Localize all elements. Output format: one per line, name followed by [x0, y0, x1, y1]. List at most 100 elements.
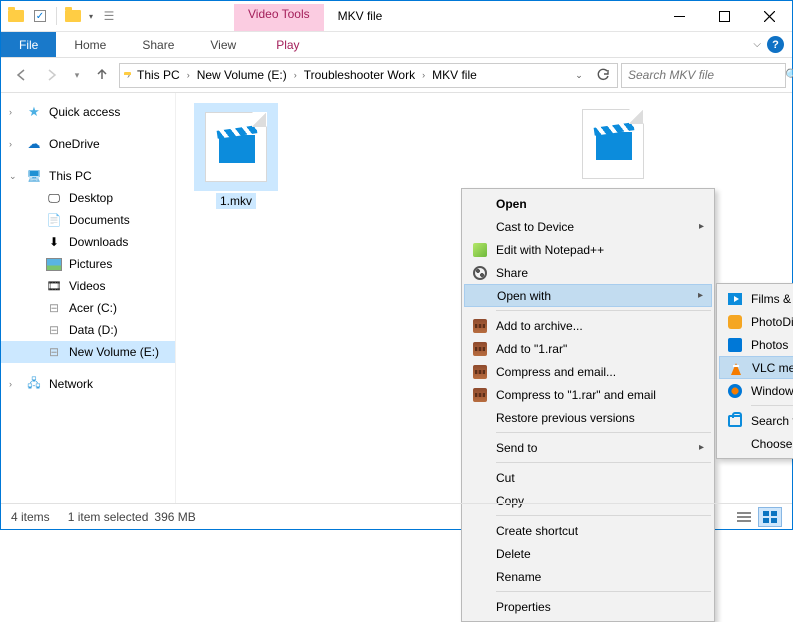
ctx-open[interactable]: Open — [464, 192, 712, 215]
navigation-pane: ›★Quick access ›☁OneDrive ⌄🖥This PC 🖵Des… — [1, 93, 176, 503]
ctx-compraremail[interactable]: Compress to "1.rar" and email — [464, 383, 712, 406]
close-button[interactable] — [747, 1, 792, 31]
nav-pictures[interactable]: Pictures — [1, 253, 175, 275]
share-icon — [471, 264, 489, 282]
breadcrumb-newvol[interactable]: New Volume (E:) — [191, 68, 293, 82]
nav-newvol-label: New Volume (E:) — [69, 345, 159, 359]
breadcrumb-troubleshooter[interactable]: Troubleshooter Work — [298, 68, 421, 82]
ctx-cast[interactable]: Cast to Device▸ — [464, 215, 712, 238]
ctx-sendto[interactable]: Send to▸ — [464, 436, 712, 459]
nav-quick-access-label: Quick access — [49, 105, 120, 119]
title-bar: ✓ ▾ ☰ Video Tools MKV file — [1, 1, 792, 32]
ctx-cut[interactable]: Cut — [464, 466, 712, 489]
view-tab[interactable]: View — [192, 32, 254, 57]
search-input[interactable] — [628, 68, 785, 82]
openwith-submenu: Films & TV PhotoDirector for acer Photos… — [716, 283, 793, 459]
ribbon: File Home Share View Play ⌵ ? — [1, 32, 792, 58]
qat-properties-icon[interactable]: ✓ — [29, 5, 51, 27]
openwith-photodirector[interactable]: PhotoDirector for acer — [719, 310, 793, 333]
nav-pictures-label: Pictures — [69, 257, 112, 271]
openwith-store[interactable]: Search the Store — [719, 409, 793, 432]
cloud-icon: ☁ — [25, 136, 43, 152]
minimize-button[interactable] — [657, 1, 702, 31]
breadcrumb-mkvfile[interactable]: MKV file — [426, 68, 483, 82]
star-icon: ★ — [25, 104, 43, 120]
mkv-file-icon — [582, 109, 644, 179]
address-bar[interactable]: › This PC › New Volume (E:) › Troublesho… — [119, 63, 618, 88]
nav-desktop[interactable]: 🖵Desktop — [1, 187, 175, 209]
ctx-npp[interactable]: Edit with Notepad++ — [464, 238, 712, 261]
file-tile-1mkv[interactable]: 1.mkv — [194, 103, 278, 209]
up-button[interactable] — [88, 62, 116, 88]
openwith-vlc[interactable]: VLC media player — [719, 356, 793, 379]
ctx-restore[interactable]: Restore previous versions — [464, 406, 712, 429]
nav-thispc[interactable]: ⌄🖥This PC — [1, 165, 175, 187]
search-icon[interactable]: 🔍 — [785, 68, 793, 82]
store-icon — [726, 412, 744, 430]
address-dropdown-icon[interactable]: ⌄ — [567, 68, 591, 82]
nav-quick-access[interactable]: ›★Quick access — [1, 101, 175, 123]
back-button[interactable] — [7, 62, 35, 88]
openwith-choose[interactable]: Choose another app — [719, 432, 793, 455]
network-icon: 🖧 — [25, 376, 43, 392]
nav-network[interactable]: ›🖧Network — [1, 373, 175, 395]
ctx-addarchive[interactable]: Add to archive... — [464, 314, 712, 337]
home-tab[interactable]: Home — [56, 32, 124, 57]
ctx-properties[interactable]: Properties — [464, 595, 712, 618]
chevron-right-icon: ▸ — [699, 442, 704, 453]
ctx-openwith[interactable]: Open with▸ — [464, 284, 712, 307]
status-selected: 1 item selected — [68, 510, 149, 524]
share-tab[interactable]: Share — [124, 32, 192, 57]
nav-downloads-label: Downloads — [69, 235, 128, 249]
openwith-films[interactable]: Films & TV — [719, 287, 793, 310]
details-view-button[interactable] — [732, 507, 756, 527]
nav-onedrive-label: OneDrive — [49, 137, 100, 151]
file-tab[interactable]: File — [1, 32, 56, 57]
nav-thispc-label: This PC — [49, 169, 92, 183]
nav-videos-label: Videos — [69, 279, 105, 293]
menu-separator — [751, 405, 793, 406]
search-box[interactable]: 🔍 — [621, 63, 786, 88]
videos-icon: 🎞 — [45, 278, 63, 294]
qat-new-folder-icon[interactable] — [62, 5, 84, 27]
video-tools-tab-label: Video Tools — [234, 4, 324, 31]
nav-network-label: Network — [49, 377, 93, 391]
window-title: MKV file — [324, 9, 397, 23]
ctx-compemail[interactable]: Compress and email... — [464, 360, 712, 383]
nav-acer-label: Acer (C:) — [69, 301, 117, 315]
icons-view-button[interactable] — [758, 507, 782, 527]
ribbon-expand-icon[interactable]: ⌵ — [753, 39, 761, 50]
nav-documents[interactable]: 📄Documents — [1, 209, 175, 231]
breadcrumb-thispc[interactable]: This PC — [131, 68, 186, 82]
films-tv-icon — [726, 290, 744, 308]
nav-data-drive[interactable]: ⊟Data (D:) — [1, 319, 175, 341]
ctx-rename[interactable]: Rename — [464, 565, 712, 588]
help-icon[interactable]: ? — [767, 36, 784, 53]
maximize-button[interactable] — [702, 1, 747, 31]
drive-icon: ⊟ — [45, 344, 63, 360]
file-tile[interactable] — [571, 100, 655, 190]
nav-onedrive[interactable]: ›☁OneDrive — [1, 133, 175, 155]
recent-locations-dropdown[interactable]: ▾ — [69, 62, 85, 88]
ctx-share[interactable]: Share — [464, 261, 712, 284]
nav-downloads[interactable]: ⬇ Downloads — [1, 231, 175, 253]
status-item-count: 4 items — [11, 510, 50, 524]
downloads-icon: ⬇ — [45, 234, 63, 250]
content-pane[interactable]: 1.mkv Open Cast to Device▸ Edit with Not… — [176, 93, 792, 503]
nav-videos[interactable]: 🎞 Videos — [1, 275, 175, 297]
main-area: ›★Quick access ›☁OneDrive ⌄🖥This PC 🖵Des… — [1, 93, 792, 503]
qat-dropdown-icon[interactable]: ▾ — [86, 12, 96, 21]
pin-icon[interactable]: ☰ — [98, 5, 120, 27]
nav-newvol-drive[interactable]: ⊟ New Volume (E:) — [1, 341, 175, 363]
desktop-icon: 🖵 — [45, 190, 63, 206]
forward-button[interactable] — [38, 62, 66, 88]
drive-icon: ⊟ — [45, 322, 63, 338]
ctx-addrar[interactable]: Add to "1.rar" — [464, 337, 712, 360]
ctx-delete[interactable]: Delete — [464, 542, 712, 565]
nav-acer-drive[interactable]: ⊟Acer (C:) — [1, 297, 175, 319]
winrar-icon — [471, 340, 489, 358]
openwith-photos[interactable]: Photos — [719, 333, 793, 356]
refresh-button[interactable] — [591, 68, 615, 82]
play-tab[interactable]: Play — [254, 32, 321, 57]
openwith-wmp[interactable]: Windows Media Player — [719, 379, 793, 402]
